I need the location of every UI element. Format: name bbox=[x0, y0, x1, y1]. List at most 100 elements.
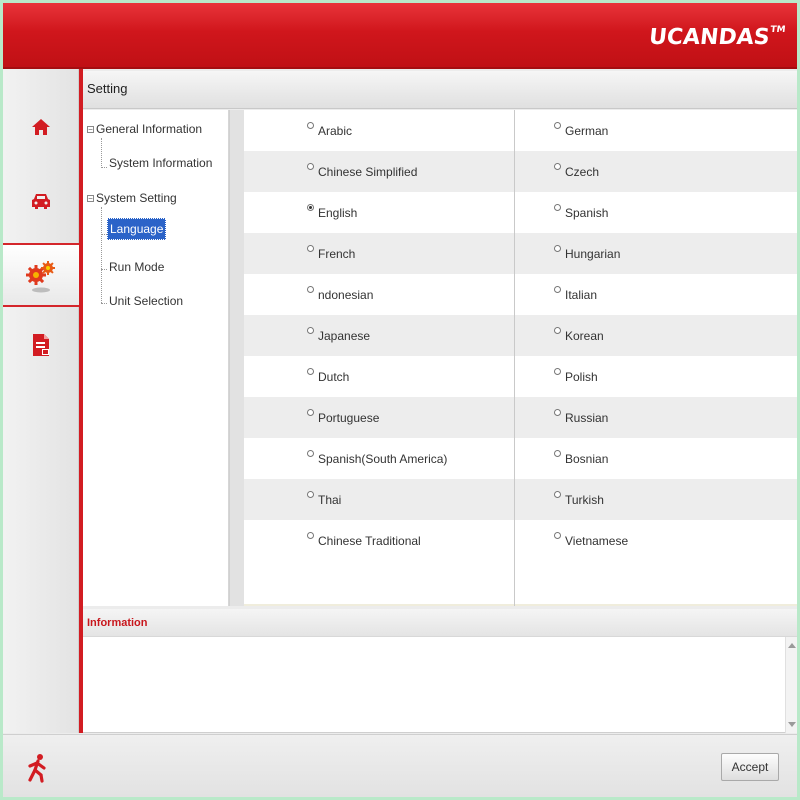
language-option[interactable]: ndonesian bbox=[307, 274, 373, 315]
language-option[interactable]: Thai bbox=[307, 479, 341, 520]
collapse-toggle-icon[interactable]: − bbox=[87, 126, 94, 134]
sidebar bbox=[3, 69, 79, 733]
language-option[interactable]: English bbox=[307, 192, 357, 233]
radio-button[interactable] bbox=[307, 163, 314, 170]
language-option[interactable]: Russian bbox=[554, 397, 608, 438]
language-option[interactable]: Vietnamese bbox=[554, 520, 628, 561]
language-label: German bbox=[565, 123, 609, 138]
tree-connector bbox=[101, 269, 107, 270]
radio-button[interactable] bbox=[554, 532, 561, 539]
language-row: Chinese Simplified Czech bbox=[244, 151, 797, 192]
language-label: Japanese bbox=[318, 328, 371, 343]
radio-button[interactable] bbox=[307, 368, 314, 375]
radio-button[interactable] bbox=[307, 286, 314, 293]
language-option[interactable]: Hungarian bbox=[554, 233, 620, 274]
language-option[interactable]: Korean bbox=[554, 315, 604, 356]
language-option[interactable]: Turkish bbox=[554, 479, 604, 520]
language-label: Turkish bbox=[565, 492, 604, 507]
language-row: Chinese Traditional Vietnamese bbox=[244, 520, 797, 561]
language-label: Italian bbox=[565, 287, 598, 302]
collapse-toggle-icon[interactable]: − bbox=[87, 195, 94, 203]
radio-button[interactable] bbox=[307, 122, 314, 129]
radio-button[interactable] bbox=[307, 532, 314, 539]
language-option[interactable]: Chinese Traditional bbox=[307, 520, 421, 561]
radio-button[interactable] bbox=[307, 204, 314, 211]
radio-button[interactable] bbox=[554, 368, 561, 375]
column-divider bbox=[514, 110, 515, 606]
tree-scrollbar[interactable] bbox=[229, 110, 244, 606]
information-header: Information bbox=[83, 609, 797, 637]
radio-button[interactable] bbox=[307, 327, 314, 334]
language-row: ndonesian Italian bbox=[244, 274, 797, 315]
language-option[interactable]: Polish bbox=[554, 356, 598, 397]
language-option[interactable]: German bbox=[554, 110, 608, 151]
tree-connector bbox=[101, 207, 102, 303]
tree-node-language[interactable]: Language bbox=[107, 218, 167, 240]
language-label: Spanish(South America) bbox=[318, 451, 448, 466]
scroll-down-icon[interactable] bbox=[788, 722, 796, 727]
sidebar-item-vehicle[interactable] bbox=[3, 171, 79, 231]
language-row: Thai Turkish bbox=[244, 479, 797, 520]
language-option[interactable]: Czech bbox=[554, 151, 599, 192]
language-option[interactable]: Dutch bbox=[307, 356, 349, 397]
information-title: Information bbox=[87, 617, 148, 629]
tree-node-system-information[interactable]: System Information bbox=[109, 156, 212, 170]
language-label: English bbox=[318, 205, 358, 220]
tree-node-unit-selection[interactable]: Unit Selection bbox=[109, 294, 183, 308]
language-option[interactable]: Italian bbox=[554, 274, 597, 315]
language-label: Hungarian bbox=[565, 246, 621, 261]
radio-button[interactable] bbox=[307, 409, 314, 416]
exit-button[interactable] bbox=[25, 753, 55, 783]
radio-button[interactable] bbox=[554, 450, 561, 457]
app-header: UCANDASTM bbox=[3, 3, 797, 69]
tree-node-run-mode[interactable]: Run Mode bbox=[109, 260, 164, 274]
app-window: UCANDASTM Setting − General Information … bbox=[3, 3, 797, 797]
tree-node-general-information[interactable]: − General Information bbox=[87, 122, 202, 136]
radio-button[interactable] bbox=[554, 409, 561, 416]
radio-button[interactable] bbox=[554, 204, 561, 211]
exit-icon bbox=[28, 754, 46, 783]
ucandas-logo: UCANDASTM bbox=[647, 25, 787, 50]
language-label: Portuguese bbox=[318, 410, 380, 425]
language-option[interactable]: Bosnian bbox=[554, 438, 608, 479]
language-row: Arabic German bbox=[244, 110, 797, 151]
language-label: Russian bbox=[565, 410, 609, 425]
radio-button[interactable] bbox=[307, 245, 314, 252]
title-bar: Setting bbox=[83, 71, 797, 109]
language-label: Polish bbox=[565, 369, 598, 384]
radio-button[interactable] bbox=[554, 327, 561, 334]
language-label: ndonesian bbox=[318, 287, 374, 302]
language-option[interactable]: French bbox=[307, 233, 355, 274]
sidebar-item-report[interactable] bbox=[3, 315, 79, 375]
language-option[interactable]: Spanish bbox=[554, 192, 608, 233]
radio-button[interactable] bbox=[307, 491, 314, 498]
language-label: Spanish bbox=[565, 205, 609, 220]
information-scrollbar[interactable] bbox=[785, 637, 797, 733]
language-label: Vietnamese bbox=[565, 533, 629, 548]
document-icon bbox=[33, 334, 49, 356]
footer-bar: Accept bbox=[3, 734, 797, 797]
gear-icon bbox=[26, 261, 55, 293]
car-icon bbox=[32, 194, 50, 209]
radio-button[interactable] bbox=[554, 286, 561, 293]
language-option[interactable]: Portuguese bbox=[307, 397, 379, 438]
accept-button[interactable]: Accept bbox=[721, 753, 779, 781]
language-row: French Hungarian bbox=[244, 233, 797, 274]
scroll-up-icon[interactable] bbox=[788, 643, 796, 648]
tree-connector bbox=[101, 167, 107, 168]
sidebar-item-settings[interactable] bbox=[3, 243, 79, 307]
language-option[interactable]: Japanese bbox=[307, 315, 370, 356]
radio-button[interactable] bbox=[554, 245, 561, 252]
language-row: English Spanish bbox=[244, 192, 797, 233]
language-option[interactable]: Chinese Simplified bbox=[307, 151, 417, 192]
radio-button[interactable] bbox=[554, 491, 561, 498]
language-option[interactable]: Arabic bbox=[307, 110, 352, 151]
radio-button[interactable] bbox=[554, 122, 561, 129]
tree-node-system-setting[interactable]: − System Setting bbox=[87, 191, 177, 205]
language-list: Arabic German Chinese Simplified Czech Engli… bbox=[244, 110, 797, 606]
language-option[interactable]: Spanish(South America) bbox=[307, 438, 447, 479]
sidebar-item-home[interactable] bbox=[3, 97, 79, 157]
settings-tree: − General Information System Information … bbox=[83, 110, 229, 606]
radio-button[interactable] bbox=[554, 163, 561, 170]
radio-button[interactable] bbox=[307, 450, 314, 457]
